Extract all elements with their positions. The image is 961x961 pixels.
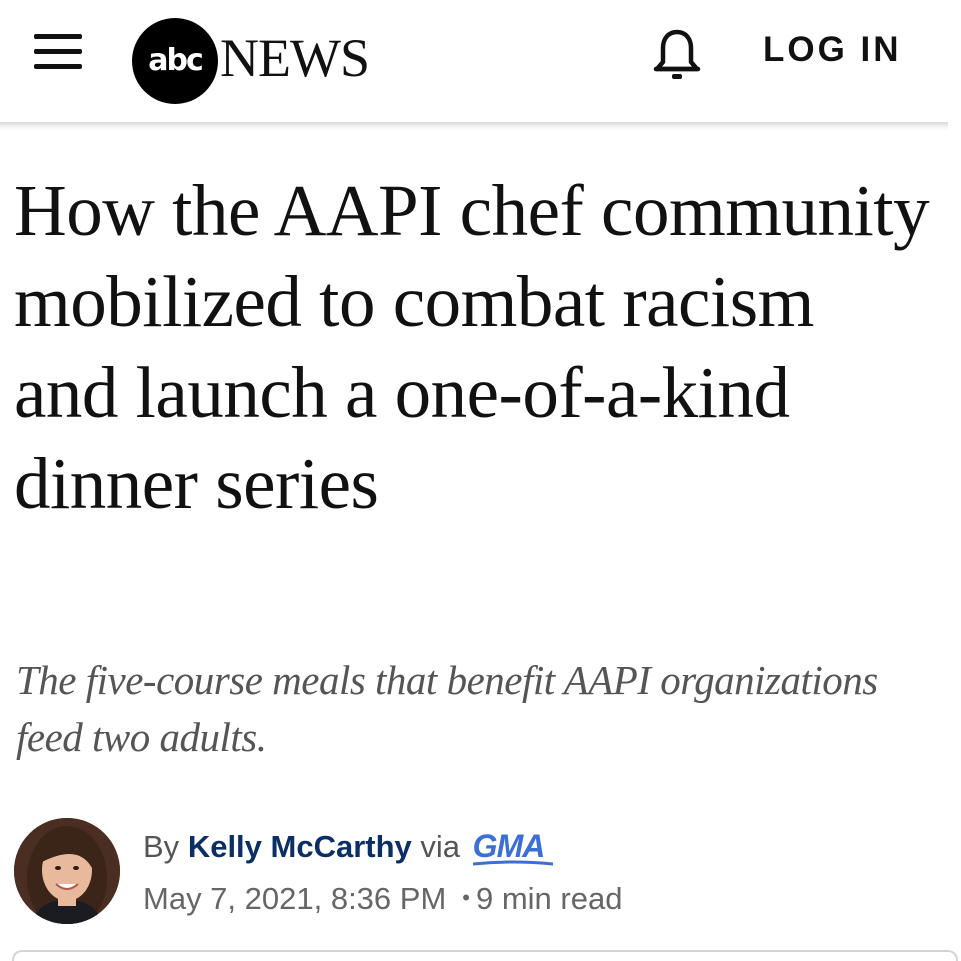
site-header: abc NEWS LOG IN bbox=[0, 0, 961, 124]
source-link-gma[interactable]: GMA bbox=[472, 826, 553, 866]
author-avatar[interactable] bbox=[14, 818, 120, 924]
abc-news-logo[interactable]: abc NEWS bbox=[126, 10, 396, 104]
header-divider bbox=[0, 122, 948, 130]
gma-swoosh-icon bbox=[472, 860, 553, 866]
next-card-edge bbox=[12, 950, 958, 961]
source-label: GMA bbox=[472, 828, 546, 864]
abc-logo-circle: abc bbox=[132, 18, 218, 104]
login-button[interactable]: LOG IN bbox=[763, 28, 902, 72]
article-headline: How the AAPI chef community mobilized to… bbox=[14, 170, 930, 524]
article-dek: The five-course meals that benefit AAPI … bbox=[16, 657, 878, 760]
read-time: 9 min read bbox=[475, 881, 623, 916]
publish-date: May 7, 2021, 8:36 PM bbox=[143, 881, 447, 916]
author-link[interactable]: Kelly McCarthy bbox=[188, 829, 412, 864]
byline-via: via bbox=[420, 829, 461, 864]
byline: By Kelly McCarthy via GMA bbox=[143, 826, 553, 867]
bell-icon[interactable] bbox=[646, 26, 708, 82]
byline-by: By bbox=[143, 829, 180, 864]
logo-wordmark: NEWS bbox=[220, 28, 370, 88]
hamburger-menu-icon[interactable] bbox=[28, 28, 92, 76]
meta-separator: • bbox=[462, 885, 470, 910]
article-meta: May 7, 2021, 8:36 PM • 9 min read bbox=[143, 878, 622, 919]
